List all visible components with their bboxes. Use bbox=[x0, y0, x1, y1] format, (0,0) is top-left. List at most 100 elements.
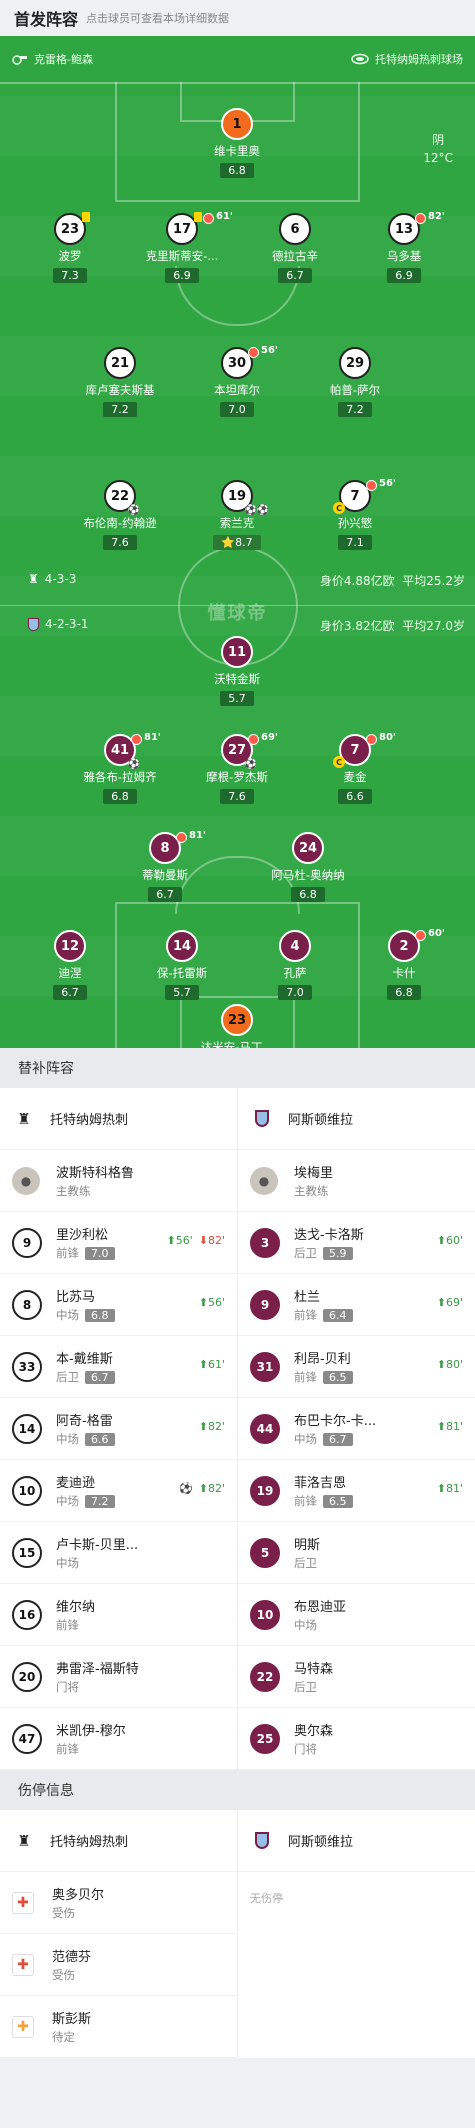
player-14[interactable]: 14 保-托雷斯 5.7 bbox=[122, 930, 242, 1000]
sub-player-row[interactable]: 25 奥尔森 门将 bbox=[238, 1708, 475, 1770]
sub-player-row[interactable]: 20 弗雷泽-福斯特 门将 bbox=[0, 1646, 237, 1708]
sub-in-icon: ⬆82' bbox=[198, 1420, 225, 1433]
player-name: 蒂勒曼斯 bbox=[142, 868, 188, 882]
home-injury-team[interactable]: ♜ 托特纳姆热刺 bbox=[0, 1810, 237, 1872]
player-8[interactable]: 8 81' 蒂勒曼斯 6.7 bbox=[105, 830, 225, 902]
away-value: 身价3.82亿欧 平均27.0岁 bbox=[320, 617, 465, 634]
sub-player-row[interactable]: 10 布恩迪亚 中场 bbox=[238, 1584, 475, 1646]
sub-player-row[interactable]: 14 阿奇-格雷 中场 6.6 ⬆82' bbox=[0, 1398, 237, 1460]
player-rating: 6.9 bbox=[387, 268, 421, 283]
player-7[interactable]: 7 80' C 麦金 6.6 bbox=[295, 732, 415, 804]
player-41[interactable]: 41 81' ⚽ 雅各布-拉姆齐 6.8 bbox=[60, 732, 180, 804]
sub-player-row[interactable]: 31 利昂-贝利 前锋 6.5 ⬆80' bbox=[238, 1336, 475, 1398]
player-rating: 6.8 bbox=[103, 789, 137, 804]
player-23[interactable]: 23达米安-马丁...6.3 bbox=[177, 1004, 297, 1048]
player-11[interactable]: 11 沃特金斯 5.7 bbox=[177, 636, 297, 706]
player-24[interactable]: 24 阿马杜-奥纳纳 6.8 bbox=[248, 832, 368, 902]
sub-player-row[interactable]: 44 布巴卡尔-卡... 中场 6.7 ⬆81' bbox=[238, 1398, 475, 1460]
injury-row[interactable]: ✚ 斯彭斯 待定 bbox=[0, 1996, 237, 2058]
player-13[interactable]: 13 82' 乌多基 6.9 bbox=[344, 211, 464, 283]
home-coach-row[interactable]: ● 波斯特科格鲁 主教练 bbox=[0, 1150, 237, 1212]
injury-row[interactable]: ✚ 范德芬 受伤 bbox=[0, 1934, 237, 1996]
player-22[interactable]: 22 ⚽ 布伦南-约翰逊 7.6 bbox=[60, 480, 180, 550]
goal-ball-icon: ⚽ bbox=[244, 505, 257, 516]
player-29[interactable]: 29 帕普-萨尔 7.2 bbox=[295, 347, 415, 417]
player-1[interactable]: 1 维卡里奥 6.8 bbox=[177, 108, 297, 178]
sub-player-row[interactable]: 9 里沙利松 前锋 7.0 ⬆56' ⬇82' bbox=[0, 1212, 237, 1274]
sub-player-row[interactable]: 22 马特森 后卫 bbox=[238, 1646, 475, 1708]
away-age-label: 平均27.0岁 bbox=[402, 619, 465, 633]
player-number: 30 56' bbox=[221, 345, 278, 379]
player-30[interactable]: 30 56' 本坦库尔 7.0 bbox=[177, 345, 297, 417]
player-rating: 6.9 bbox=[165, 268, 199, 283]
away-formation-label: 4-2-3-1 bbox=[45, 617, 89, 631]
sub-name: 卢卡斯-贝里... bbox=[56, 1538, 139, 1553]
player-rating: 6.7 bbox=[53, 985, 87, 1000]
sub-in-icon: ⬆81' bbox=[436, 1420, 463, 1433]
sub-minute: 81' bbox=[189, 830, 206, 841]
goal-ball-icon: ⚽ bbox=[127, 759, 140, 770]
sub-name: 麦迪逊 bbox=[56, 1476, 96, 1491]
sub-in-icon: ⬆56' bbox=[198, 1296, 225, 1309]
sub-out-icon bbox=[248, 347, 259, 358]
player-number: 23 bbox=[54, 212, 90, 245]
sub-player-row[interactable]: 10 麦迪逊 中场 7.2 ⚽ ⬆82' bbox=[0, 1460, 237, 1522]
sub-name: 迭戈-卡洛斯 bbox=[294, 1228, 364, 1243]
sub-player-row[interactable]: 3 迭戈-卡洛斯 后卫 5.9 ⬆60' bbox=[238, 1212, 475, 1274]
home-team-row[interactable]: ♜ 托特纳姆热刺 bbox=[0, 1088, 237, 1150]
sub-player-row[interactable]: 16 维尔纳 前锋 bbox=[0, 1584, 237, 1646]
sub-events: ⚽ ⬆82' bbox=[179, 1482, 225, 1495]
sub-minute: 61' bbox=[216, 211, 233, 222]
sub-player-row[interactable]: 47 米凯伊-穆尔 前锋 bbox=[0, 1708, 237, 1770]
player-rating: 6.7 bbox=[148, 887, 182, 902]
player-7[interactable]: 7 56' C 孙兴慜 7.1 bbox=[295, 478, 415, 550]
sub-player-row[interactable]: 15 卢卡斯-贝里... 中场 bbox=[0, 1522, 237, 1584]
subs-grid: ♜ 托特纳姆热刺 ● 波斯特科格鲁 主教练 9 里沙利松 前锋 7.0 ⬆56' ⬇82' 8 比苏… bbox=[0, 1088, 475, 1770]
sub-position: 门将 bbox=[56, 1680, 79, 1694]
player-name: 波罗 bbox=[58, 249, 82, 263]
away-injuries: 阿斯顿维拉 无伤停 bbox=[237, 1810, 475, 2058]
header: 首发阵容 点击球员可查看本场详细数据 bbox=[0, 0, 475, 36]
sub-player-row[interactable]: 33 本-戴维斯 后卫 6.7 ⬆61' bbox=[0, 1336, 237, 1398]
player-27[interactable]: 27 69' ⚽ 摩根-罗杰斯 7.6 bbox=[177, 732, 297, 804]
away-subs: 阿斯顿维拉 ● 埃梅里 主教练 3 迭戈-卡洛斯 后卫 5.9 ⬆60' 9 杜兰 前锋 6.4 ⬆6… bbox=[237, 1088, 475, 1770]
player-name: 沃特金斯 bbox=[214, 672, 260, 686]
sub-player-row[interactable]: 19 菲洛吉恩 前锋 6.5 ⬆81' bbox=[238, 1460, 475, 1522]
player-name: 帕普-萨尔 bbox=[329, 383, 381, 397]
stadium: 托特纳姆热刺球场 bbox=[351, 51, 463, 67]
injury-row[interactable]: ✚ 奥多贝尔 受伤 bbox=[0, 1872, 237, 1934]
sub-player-row[interactable]: 5 明斯 后卫 bbox=[238, 1522, 475, 1584]
sub-player-row[interactable]: 8 比苏马 中场 6.8 ⬆56' bbox=[0, 1274, 237, 1336]
player-name: 孙兴慜 bbox=[337, 516, 373, 530]
sub-events: ⬆69' bbox=[437, 1296, 463, 1309]
page-subtitle: 点击球员可查看本场详细数据 bbox=[86, 12, 230, 25]
sub-minute: 60' bbox=[428, 928, 445, 939]
sub-number: 10 bbox=[250, 1599, 280, 1630]
player-number: 8 81' bbox=[149, 830, 206, 864]
player-number: 24 bbox=[292, 832, 324, 864]
away-coach-row[interactable]: ● 埃梅里 主教练 bbox=[238, 1150, 475, 1212]
sub-number: 10 bbox=[12, 1475, 42, 1506]
sub-player-row[interactable]: 9 杜兰 前锋 6.4 ⬆69' bbox=[238, 1274, 475, 1336]
player-21[interactable]: 21 库卢塞夫斯基 7.2 bbox=[60, 347, 180, 417]
player-number: 1 bbox=[221, 108, 253, 140]
sub-rating: 6.6 bbox=[85, 1432, 115, 1446]
sub-position: 前锋 7.0 bbox=[56, 1245, 115, 1261]
player-19[interactable]: 19 ⚽ ⚽ 索兰克 ⭐8.7 bbox=[177, 480, 297, 550]
sub-name: 比苏马 bbox=[56, 1290, 96, 1305]
player-23[interactable]: 23 波罗 7.3 bbox=[10, 212, 130, 283]
away-value-label: 身价3.82亿欧 bbox=[319, 619, 395, 633]
player-number: 13 82' bbox=[388, 211, 445, 245]
away-injury-team[interactable]: 阿斯顿维拉 bbox=[238, 1810, 475, 1872]
player-17[interactable]: 17 61' 克里斯蒂安-... 6.9 bbox=[122, 211, 242, 283]
player-2[interactable]: 2 60' 卡什 6.8 bbox=[344, 928, 464, 1000]
away-team-row[interactable]: 阿斯顿维拉 bbox=[238, 1088, 475, 1150]
sub-in-icon: ⬆81' bbox=[436, 1482, 463, 1495]
sub-number: 22 bbox=[250, 1661, 280, 1692]
player-number: 41 81' ⚽ bbox=[104, 732, 161, 770]
player-4[interactable]: 4 孔萨 7.0 bbox=[235, 930, 355, 1000]
player-6[interactable]: 6 德拉古辛 6.7 bbox=[235, 213, 355, 283]
player-12[interactable]: 12 迪涅 6.7 bbox=[10, 930, 130, 1000]
coach-avatar: ● bbox=[250, 1166, 278, 1195]
captain-icon: C bbox=[333, 502, 345, 514]
